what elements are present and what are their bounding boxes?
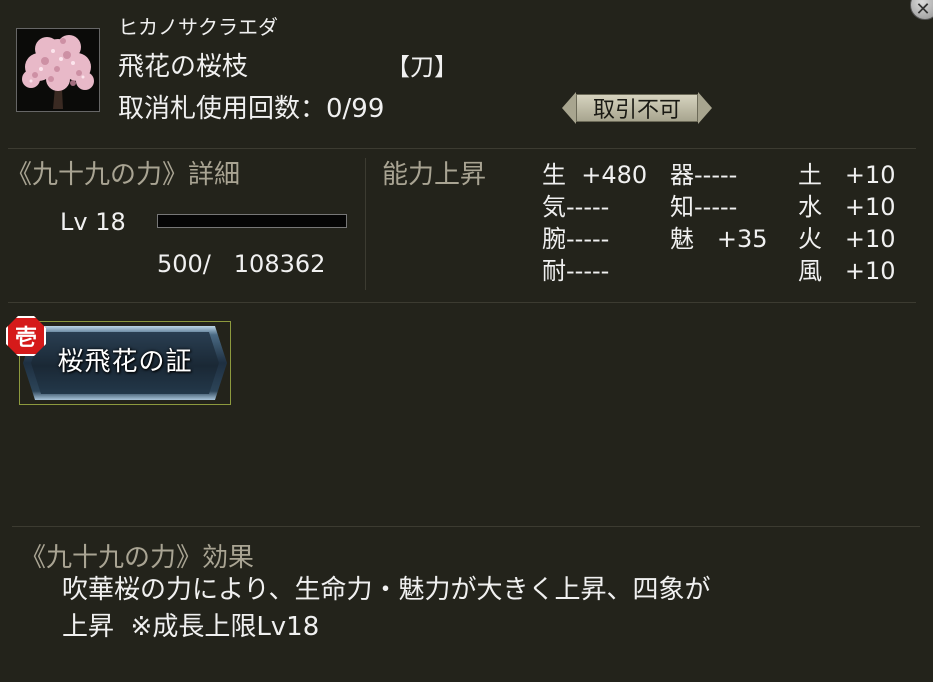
skill-rank-badge: 壱 [6,316,46,356]
item-name: 飛花の桜枝 [118,52,249,82]
skill-card[interactable]: 桜飛花の証 壱 [6,316,231,405]
item-category: 【刀】 [386,53,458,81]
effect-heading: 《九十九の力》効果 [20,543,255,573]
item-furigana: ヒカノサクラエダ [118,15,278,39]
cherry-tree-icon [17,29,99,111]
level-bar [157,214,347,228]
stats-heading: 能力上昇 [382,160,487,190]
stat-wind: 風 +10 [798,257,896,285]
stat-fire: 火 +10 [798,225,896,253]
close-button[interactable]: ✕ [910,0,933,20]
details-heading: 《九十九の力》詳細 [6,160,241,190]
stat-arm: 腕----- [542,225,610,253]
effect-line-2: 上昇 ※成長上限Lv18 [62,612,320,642]
stat-skill: 器----- [670,161,738,189]
divider [8,148,916,149]
divider [12,526,920,527]
stat-earth: 土 +10 [798,161,896,189]
item-image [16,28,100,112]
exp-value: 500/ 108362 [157,250,326,278]
divider [365,158,366,290]
stat-water: 水 +10 [798,193,896,221]
trade-badge: 取引不可 [562,92,712,124]
stat-wisdom: 知----- [670,193,738,221]
cancel-count-label: 取消札使用回数：0/99 [118,94,385,124]
skill-name: 桜飛花の証 [57,347,193,377]
close-icon: ✕ [915,0,931,20]
effect-line-1: 吹華桜の力により、生命力・魅力が大きく上昇、四象が [62,575,711,605]
divider [8,302,916,303]
stat-endurance: 耐----- [542,257,610,285]
stat-ki: 気----- [542,193,610,221]
trade-badge-label: 取引不可 [576,94,698,123]
stat-charm: 魅 +35 [670,225,768,253]
stat-life: 生 +480 [542,161,648,189]
level-label: Lv 18 [60,208,126,236]
